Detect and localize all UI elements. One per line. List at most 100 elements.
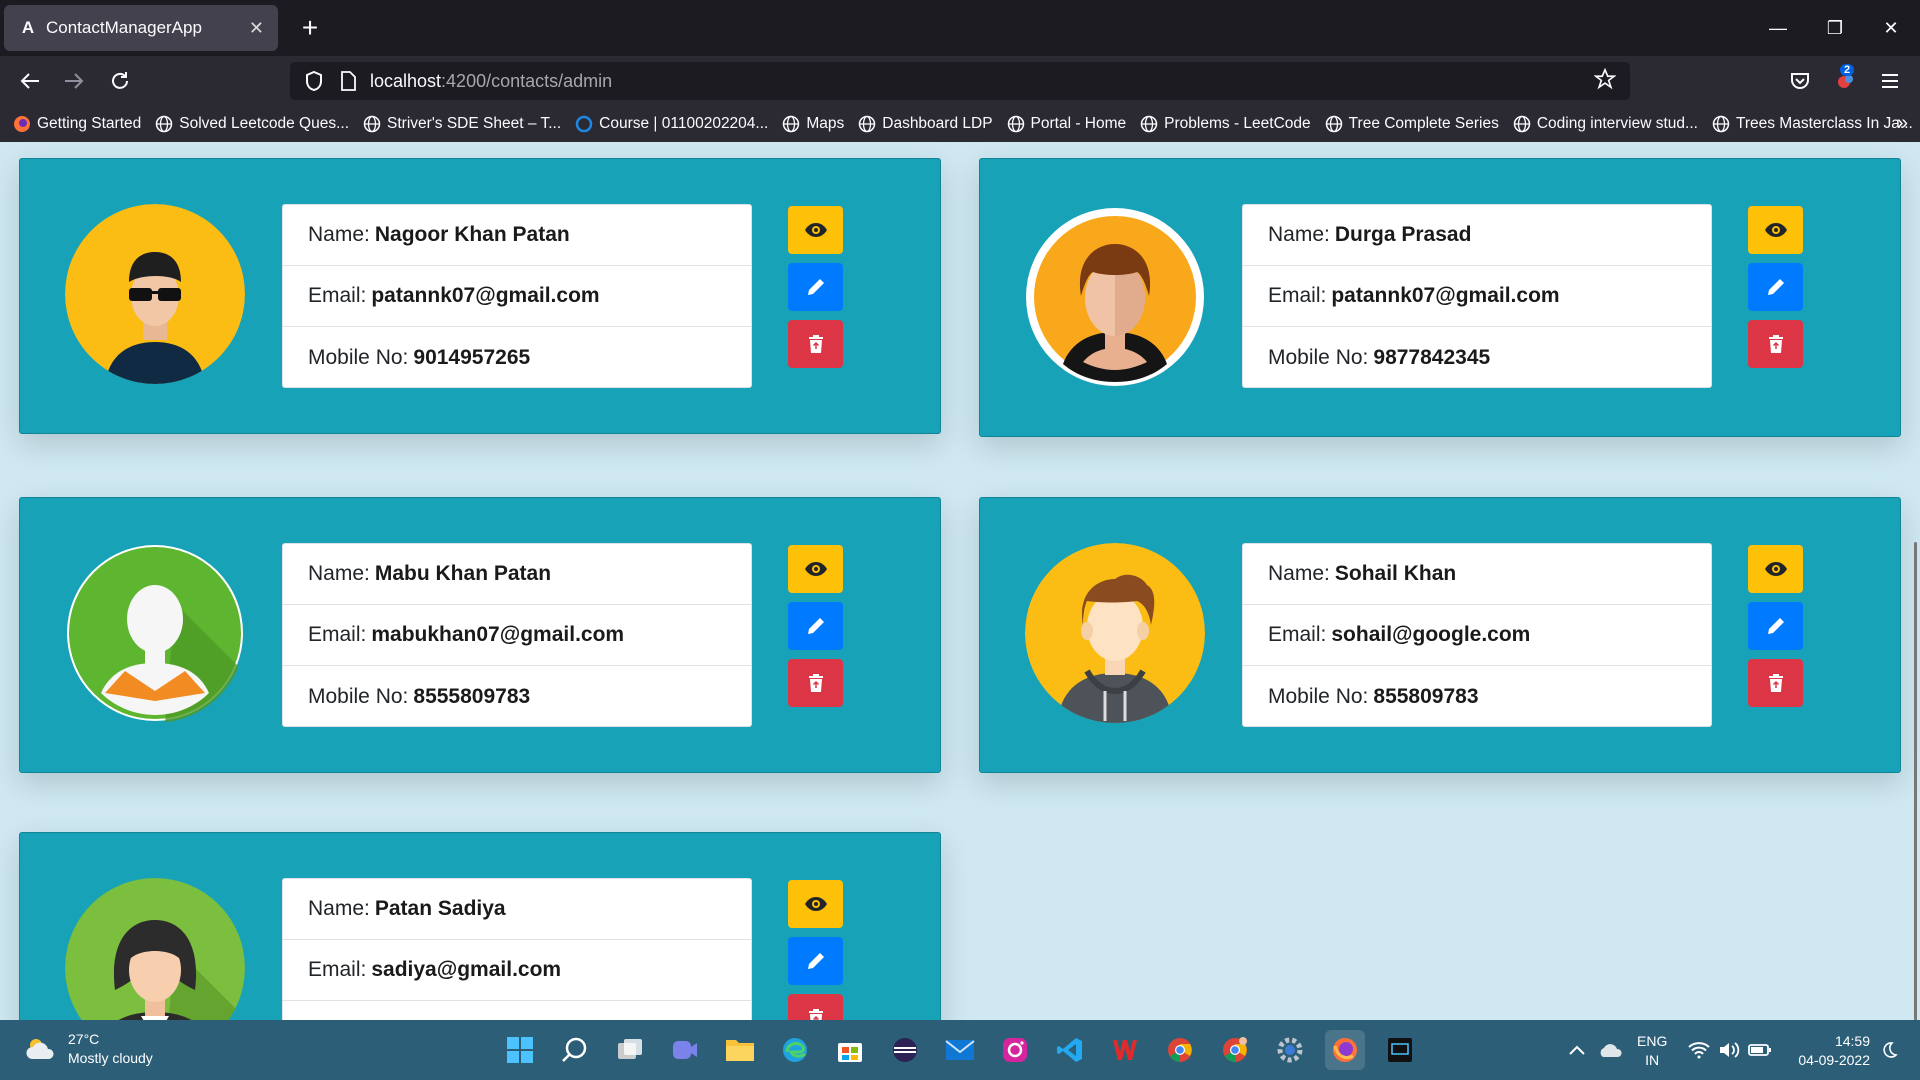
contact-mobile: 9877842345 (1373, 345, 1491, 369)
battery-icon[interactable] (1748, 1020, 1772, 1080)
close-tab-icon[interactable]: ✕ (249, 18, 264, 39)
notifications-moon-icon[interactable] (1880, 1020, 1898, 1080)
contact-email: sohail@google.com (1331, 623, 1531, 646)
menu-button[interactable] (1872, 63, 1908, 99)
bookmark-item[interactable]: Solved Leetcode Ques... (154, 114, 349, 134)
volume-icon[interactable] (1718, 1020, 1740, 1080)
angular-icon: A (21, 18, 35, 37)
bookmark-item[interactable]: Maps (781, 114, 844, 134)
chrome-profile-icon[interactable] (1215, 1030, 1255, 1070)
contact-name: Nagoor Khan Patan (374, 223, 570, 246)
wps-office-icon[interactable] (1105, 1030, 1145, 1070)
browser-tab[interactable]: A ContactManagerApp ✕ (4, 5, 278, 51)
edit-contact-button[interactable] (1748, 602, 1803, 650)
globe-icon (1006, 114, 1026, 134)
close-window-button[interactable]: ✕ (1871, 8, 1911, 48)
instagram-icon[interactable] (995, 1030, 1035, 1070)
teams-chat-icon[interactable] (665, 1030, 705, 1070)
show-hidden-icons-chevron-icon[interactable] (1568, 1020, 1586, 1080)
settings-gear-icon[interactable] (1270, 1030, 1310, 1070)
contact-avatar (65, 543, 245, 723)
contact-card: Name: Nagoor Khan Patan Email: patannk07@g… (19, 158, 941, 434)
globe-icon (1324, 114, 1344, 134)
pen-icon (807, 618, 824, 634)
more-bookmarks-chevron-icon[interactable]: » (1897, 112, 1908, 135)
bookmark-item[interactable]: Problems - LeetCode (1139, 114, 1311, 134)
contact-mobile-row: Mobile No: 9014957265 (308, 345, 531, 369)
delete-contact-button[interactable] (788, 320, 843, 368)
reload-button[interactable] (102, 63, 138, 99)
bookmark-item[interactable]: Coding interview stud... (1512, 114, 1698, 134)
contact-avatar (65, 878, 245, 1020)
task-view-icon[interactable] (610, 1030, 650, 1070)
contact-mobile: 9014957265 (413, 345, 531, 369)
edge-icon[interactable] (775, 1030, 815, 1070)
edit-contact-button[interactable] (1748, 263, 1803, 311)
chrome-icon[interactable] (1160, 1030, 1200, 1070)
screen-recorder-icon[interactable] (1380, 1030, 1420, 1070)
windows-start-icon[interactable] (500, 1030, 540, 1070)
page-icon (341, 71, 356, 91)
delete-contact-button[interactable] (1748, 320, 1803, 368)
bookmark-star-icon[interactable] (1593, 67, 1617, 95)
pen-icon (807, 279, 824, 295)
pocket-icon[interactable] (1782, 63, 1818, 99)
page-scrollbar[interactable] (1914, 542, 1917, 1020)
bookmark-item[interactable]: Trees Masterclass In Ja... (1711, 114, 1913, 134)
file-explorer-icon[interactable] (720, 1030, 760, 1070)
contact-name-row: Name: Patan Sadiya (283, 879, 751, 940)
contact-details-list: Name: Nagoor Khan Patan Email: patannk07@g… (282, 204, 752, 388)
contact-avatar (65, 204, 245, 384)
eclipse-icon[interactable] (885, 1030, 925, 1070)
trash-icon (808, 335, 823, 353)
edit-contact-button[interactable] (788, 263, 843, 311)
contact-name-row: Name: Mabu Khan Patan (283, 544, 751, 605)
address-bar[interactable]: localhost:4200/contacts/admin (290, 62, 1630, 100)
pen-icon (807, 953, 824, 969)
edit-contact-button[interactable] (788, 602, 843, 650)
contact-mobile: 8555809783 (413, 684, 531, 708)
contact-name: Mabu Khan Patan (374, 562, 552, 585)
delete-contact-button[interactable] (1748, 659, 1803, 707)
back-button[interactable] (12, 63, 48, 99)
clock-time: 14:59 (1834, 1033, 1870, 1049)
restore-button[interactable]: ❐ (1815, 8, 1855, 48)
clock-date: 04-09-2022 (1798, 1052, 1870, 1068)
forward-button[interactable] (56, 63, 92, 99)
search-icon[interactable] (555, 1030, 595, 1070)
view-contact-button[interactable] (1748, 545, 1803, 593)
contact-name: Patan Sadiya (374, 897, 506, 920)
microsoft-store-icon[interactable] (830, 1030, 870, 1070)
system-clock[interactable]: 14:59 04-09-2022 (1798, 1032, 1870, 1070)
url-host: localhost (370, 70, 442, 91)
bookmark-item[interactable]: Getting Started (12, 114, 141, 134)
new-tab-button[interactable]: + (292, 10, 328, 46)
globe-icon (1512, 114, 1532, 134)
vscode-icon[interactable] (1050, 1030, 1090, 1070)
wifi-icon[interactable] (1688, 1020, 1710, 1080)
bookmark-item[interactable]: Tree Complete Series (1324, 114, 1499, 134)
contact-email-row: Email: sadiya@gmail.com (283, 940, 751, 1001)
minimize-button[interactable]: — (1758, 8, 1798, 48)
eye-icon (1764, 223, 1787, 237)
contact-name-row: Name: Sohail Khan (1243, 544, 1711, 605)
delete-contact-button[interactable] (788, 659, 843, 707)
contact-details-list: Name: Durga Prasad Email: patannk07@gmail.… (1242, 204, 1712, 388)
firefox-taskbar-icon[interactable] (1325, 1030, 1365, 1070)
contact-avatar (1025, 543, 1205, 723)
mail-icon[interactable] (940, 1030, 980, 1070)
language-indicator[interactable]: ENG IN (1637, 1032, 1667, 1070)
onedrive-cloud-icon[interactable] (1598, 1020, 1624, 1080)
bookmark-item[interactable]: Course | 01100202204... (574, 114, 768, 134)
bookmark-item[interactable]: Striver's SDE Sheet – T... (362, 114, 561, 134)
bookmark-item[interactable]: Portal - Home (1006, 114, 1126, 134)
delete-contact-button[interactable] (788, 994, 843, 1020)
pen-icon (1767, 618, 1784, 634)
edit-contact-button[interactable] (788, 937, 843, 985)
view-contact-button[interactable] (788, 880, 843, 928)
view-contact-button[interactable] (788, 545, 843, 593)
view-contact-button[interactable] (788, 206, 843, 254)
view-contact-button[interactable] (1748, 206, 1803, 254)
weather-widget[interactable]: 27°C Mostly cloudy (24, 1030, 153, 1068)
bookmark-item[interactable]: Dashboard LDP (857, 114, 993, 134)
